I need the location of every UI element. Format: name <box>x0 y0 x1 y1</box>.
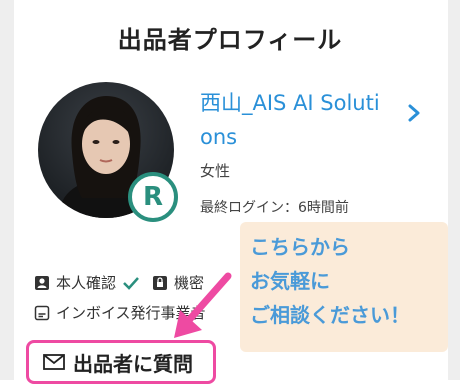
seller-name-link[interactable]: 西山_AIS AI Solutions <box>200 86 390 154</box>
ask-seller-label: 出品者に質問 <box>73 351 193 376</box>
callout-line-1: こちらから <box>250 235 350 259</box>
callout-line-3: ご相談ください！ <box>250 303 410 327</box>
ask-seller-button[interactable]: 出品者に質問 <box>26 340 216 384</box>
identity-verified-label: 本人確認 <box>56 274 117 292</box>
last-login: 最終ログイン：6時間前 <box>200 200 349 216</box>
callout-text: こちらから お気軽に ご相談ください！ <box>250 230 450 332</box>
callout-line-2: お気軽に <box>250 269 330 293</box>
page-title: 出品者プロフィール <box>117 26 343 54</box>
chevron-right-icon[interactable] <box>408 104 420 126</box>
seller-gender: 女性 <box>200 162 231 180</box>
left-edge <box>0 0 14 380</box>
pointer-arrow-icon <box>170 270 236 346</box>
document-icon <box>34 305 50 321</box>
seller-rank-badge: R <box>128 172 178 222</box>
person-card-icon <box>34 275 50 291</box>
check-icon <box>122 276 140 290</box>
lock-icon <box>152 275 168 291</box>
envelope-icon <box>43 354 65 370</box>
